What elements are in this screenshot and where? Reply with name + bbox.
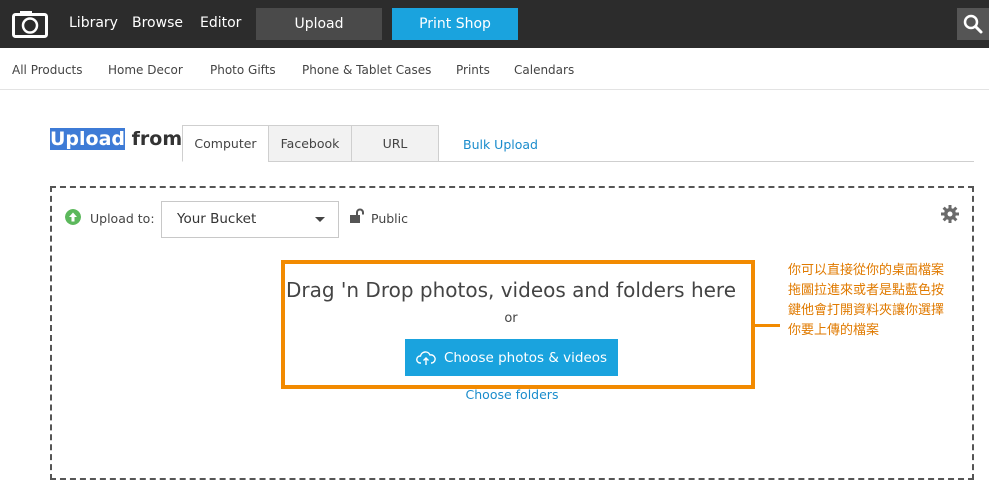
page-title-highlight: Upload [50,128,126,150]
upload-arrow-icon [65,209,81,225]
subnav-home-decor[interactable]: Home Decor [108,63,183,77]
product-subnav: All Products Home Decor Photo Gifts Phon… [0,48,989,90]
page-title-rest: from: [125,128,190,150]
annotation-note: 你可以直接從你的桌面檔案拖圖拉進來或者是點藍色按鍵他會打開資料夾讓你選擇你要上傳… [788,263,945,338]
bulk-upload-link[interactable]: Bulk Upload [463,137,538,152]
tab-url[interactable]: URL [351,125,439,162]
subnav-all-products[interactable]: All Products [12,63,83,77]
search-icon [963,14,983,34]
logo-icon[interactable] [12,10,48,38]
print-shop-button[interactable]: Print Shop [392,8,518,40]
subnav-calendars[interactable]: Calendars [514,63,574,77]
nav-upload[interactable]: Upload [256,8,382,40]
nav-editor[interactable]: Editor [200,15,241,31]
bucket-select-value: Your Bucket [177,211,257,227]
search-button[interactable] [957,8,989,40]
privacy-label[interactable]: Public [371,211,408,226]
gear-icon[interactable] [940,204,960,224]
caret-down-icon [315,217,325,222]
page-title: Upload from: [50,128,190,150]
annotation-connector [755,324,780,327]
subnav-phone-cases[interactable]: Phone & Tablet Cases [302,63,431,77]
nav-browse[interactable]: Browse [132,15,183,31]
unlock-icon[interactable] [349,208,365,224]
upload-to-label: Upload to: [90,211,155,226]
top-nav: Library Browse Editor Upload Print Shop [0,0,989,48]
annotation-highlight-box [281,260,755,389]
tab-computer[interactable]: Computer [182,125,269,162]
nav-library[interactable]: Library [69,15,118,31]
subnav-photo-gifts[interactable]: Photo Gifts [210,63,276,77]
subnav-prints[interactable]: Prints [456,63,490,77]
tab-facebook[interactable]: Facebook [268,125,352,162]
choose-folders-link[interactable]: Choose folders [412,387,612,402]
